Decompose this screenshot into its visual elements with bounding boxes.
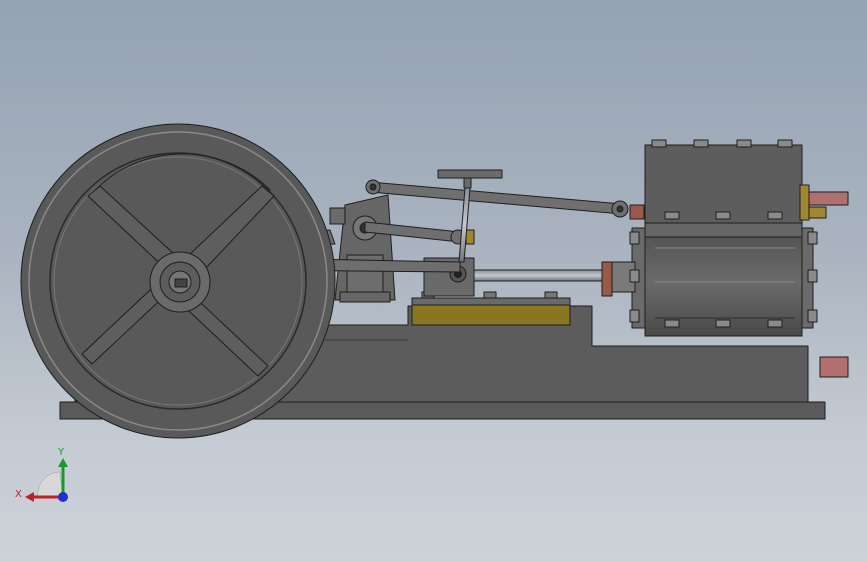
- valve-handwheel[interactable]: [437, 169, 503, 263]
- graphics-viewport[interactable]: Y X: [0, 0, 867, 562]
- z-axis-dot: [58, 492, 68, 502]
- steam-engine-model[interactable]: Y X: [0, 0, 867, 562]
- triad-base-shadow: [37, 471, 64, 498]
- y-axis-label: Y: [57, 447, 65, 458]
- flywheel[interactable]: [20, 123, 336, 439]
- piston-rod[interactable]: [469, 269, 606, 282]
- x-axis-label: X: [15, 489, 22, 500]
- main-standard[interactable]: [329, 194, 396, 303]
- view-orientation-triad[interactable]: Y X: [15, 447, 68, 502]
